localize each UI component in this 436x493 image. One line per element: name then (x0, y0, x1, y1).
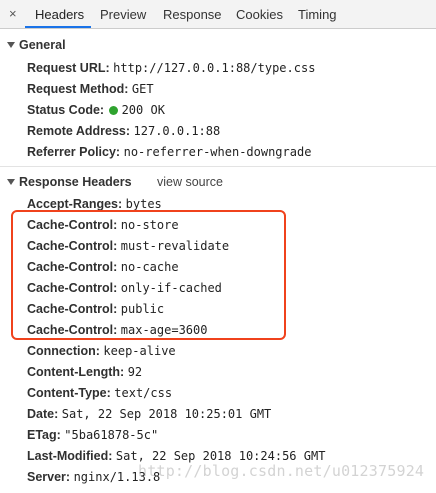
response-headers-section-header[interactable]: Response Headers view source (0, 170, 436, 194)
header-value: text/css (114, 386, 173, 400)
header-value: "5ba61878-5c" (64, 428, 159, 442)
header-value: GET (131, 82, 154, 96)
response-header-row: Content-Length: 92 (27, 362, 142, 382)
expand-triangle-icon (7, 179, 15, 185)
header-value: no-referrer-when-downgrade (123, 145, 312, 159)
header-key: Status Code: (27, 103, 105, 117)
header-key: Content-Type: (27, 386, 111, 400)
header-key: Request Method: (27, 82, 129, 96)
header-value: keep-alive (103, 344, 176, 358)
header-key: Last-Modified: (27, 449, 113, 463)
header-value: 200 OK (121, 103, 165, 117)
header-value: Sat, 22 Sep 2018 10:24:56 GMT (115, 449, 326, 463)
response-header-row: ETag: "5ba61878-5c" (27, 425, 158, 445)
expand-triangle-icon (7, 42, 15, 48)
header-value: bytes (125, 197, 162, 211)
header-key: ETag: (27, 428, 61, 442)
header-value: http://127.0.0.1:88/type.css (113, 61, 316, 75)
devtools-tab-bar: × Headers Preview Response Cookies Timin… (0, 0, 436, 29)
section-divider (0, 166, 436, 167)
tab-headers[interactable]: Headers (35, 7, 84, 23)
response-headers-section-title: Response Headers (19, 175, 132, 189)
header-key: Connection: (27, 344, 100, 358)
tab-preview[interactable]: Preview (100, 7, 146, 23)
watermark-text: http://blog.csdn.net/u012375924 (138, 462, 425, 480)
active-tab-indicator (25, 26, 91, 28)
header-key: Content-Length: (27, 365, 125, 379)
header-key: Remote Address: (27, 124, 131, 138)
header-value: 92 (127, 365, 143, 379)
header-key: Referrer Policy: (27, 145, 121, 159)
general-row-status-code: Status Code: 200 OK (27, 100, 165, 120)
close-icon[interactable]: × (9, 6, 17, 22)
header-key: Server: (27, 470, 71, 484)
view-source-link[interactable]: view source (157, 175, 223, 189)
header-key: Request URL: (27, 61, 110, 75)
header-key: Date: (27, 407, 59, 421)
response-header-row: Content-Type: text/css (27, 383, 172, 403)
cache-control-highlight-box (11, 210, 286, 340)
response-header-row: Date: Sat, 22 Sep 2018 10:25:01 GMT (27, 404, 271, 424)
status-ok-dot-icon (108, 105, 118, 115)
header-value: Sat, 22 Sep 2018 10:25:01 GMT (61, 407, 272, 421)
general-row-request-method: Request Method: GET (27, 79, 154, 99)
general-section-title: General (19, 38, 66, 52)
header-value: 127.0.0.1:88 (133, 124, 221, 138)
general-section-header[interactable]: General (0, 33, 436, 57)
header-key: Accept-Ranges: (27, 197, 123, 211)
tab-timing[interactable]: Timing (298, 7, 337, 23)
general-row-referrer-policy: Referrer Policy: no-referrer-when-downgr… (27, 142, 311, 162)
general-row-request-url: Request URL: http://127.0.0.1:88/type.cs… (27, 58, 315, 78)
general-row-remote-address: Remote Address: 127.0.0.1:88 (27, 121, 220, 141)
response-header-row: Connection: keep-alive (27, 341, 176, 361)
tab-cookies[interactable]: Cookies (236, 7, 283, 23)
tab-response[interactable]: Response (163, 7, 222, 23)
